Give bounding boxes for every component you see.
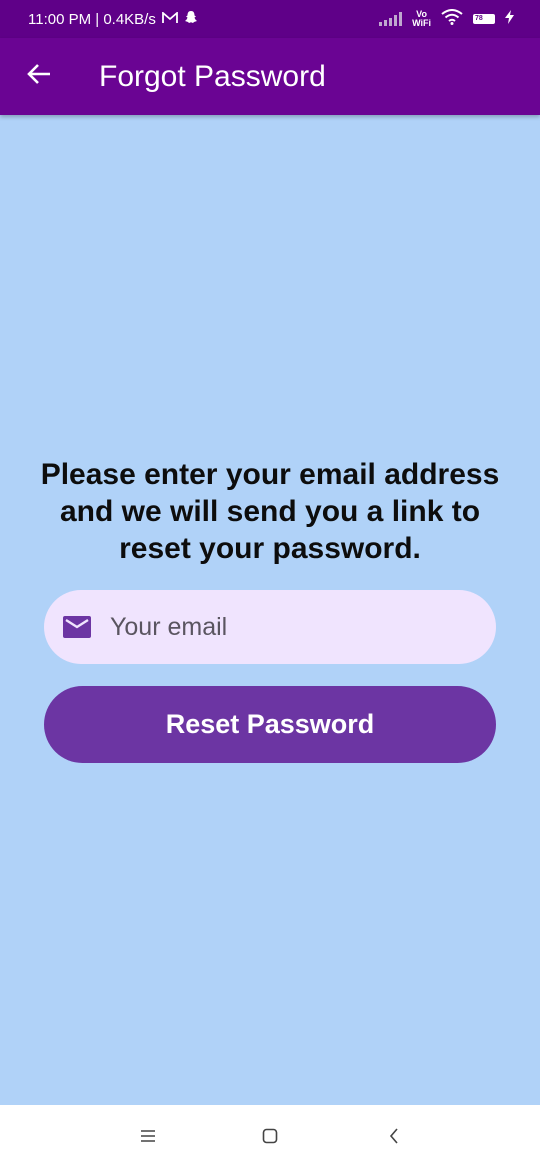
signal-icon bbox=[379, 12, 403, 26]
back-icon bbox=[388, 1127, 400, 1149]
snapchat-icon bbox=[184, 10, 198, 28]
recent-apps-button[interactable] bbox=[135, 1125, 161, 1151]
vowifi-bottom: WiFi bbox=[412, 18, 431, 28]
menu-icon bbox=[140, 1129, 156, 1148]
system-back-button[interactable] bbox=[381, 1125, 407, 1151]
vowifi-indicator: Vo WiFi bbox=[412, 10, 431, 28]
wifi-icon bbox=[441, 9, 463, 29]
instruction-text: Please enter your email address and we w… bbox=[40, 458, 500, 565]
email-field[interactable] bbox=[44, 590, 496, 664]
status-bar: 11:00 PM | 0.4KB/s Vo WiFi 78 bbox=[0, 0, 540, 38]
email-input[interactable] bbox=[110, 612, 470, 642]
app-bar: Forgot Password bbox=[0, 38, 540, 115]
page-title: Forgot Password bbox=[99, 59, 326, 93]
status-time: 11:00 PM | 0.4KB/s bbox=[28, 10, 156, 28]
back-button[interactable] bbox=[10, 48, 68, 106]
mail-icon bbox=[63, 615, 91, 639]
system-nav-bar bbox=[0, 1105, 540, 1170]
status-right: Vo WiFi 78 bbox=[379, 9, 514, 29]
charging-icon bbox=[505, 10, 514, 28]
reset-password-button[interactable]: Reset Password bbox=[44, 686, 496, 763]
status-left: 11:00 PM | 0.4KB/s bbox=[28, 10, 198, 28]
gmail-icon bbox=[161, 10, 178, 28]
battery-level: 78 bbox=[475, 15, 483, 22]
arrow-back-icon bbox=[27, 63, 51, 90]
battery-icon: 78 bbox=[473, 14, 495, 24]
home-button[interactable] bbox=[257, 1125, 283, 1151]
home-icon bbox=[262, 1128, 278, 1149]
